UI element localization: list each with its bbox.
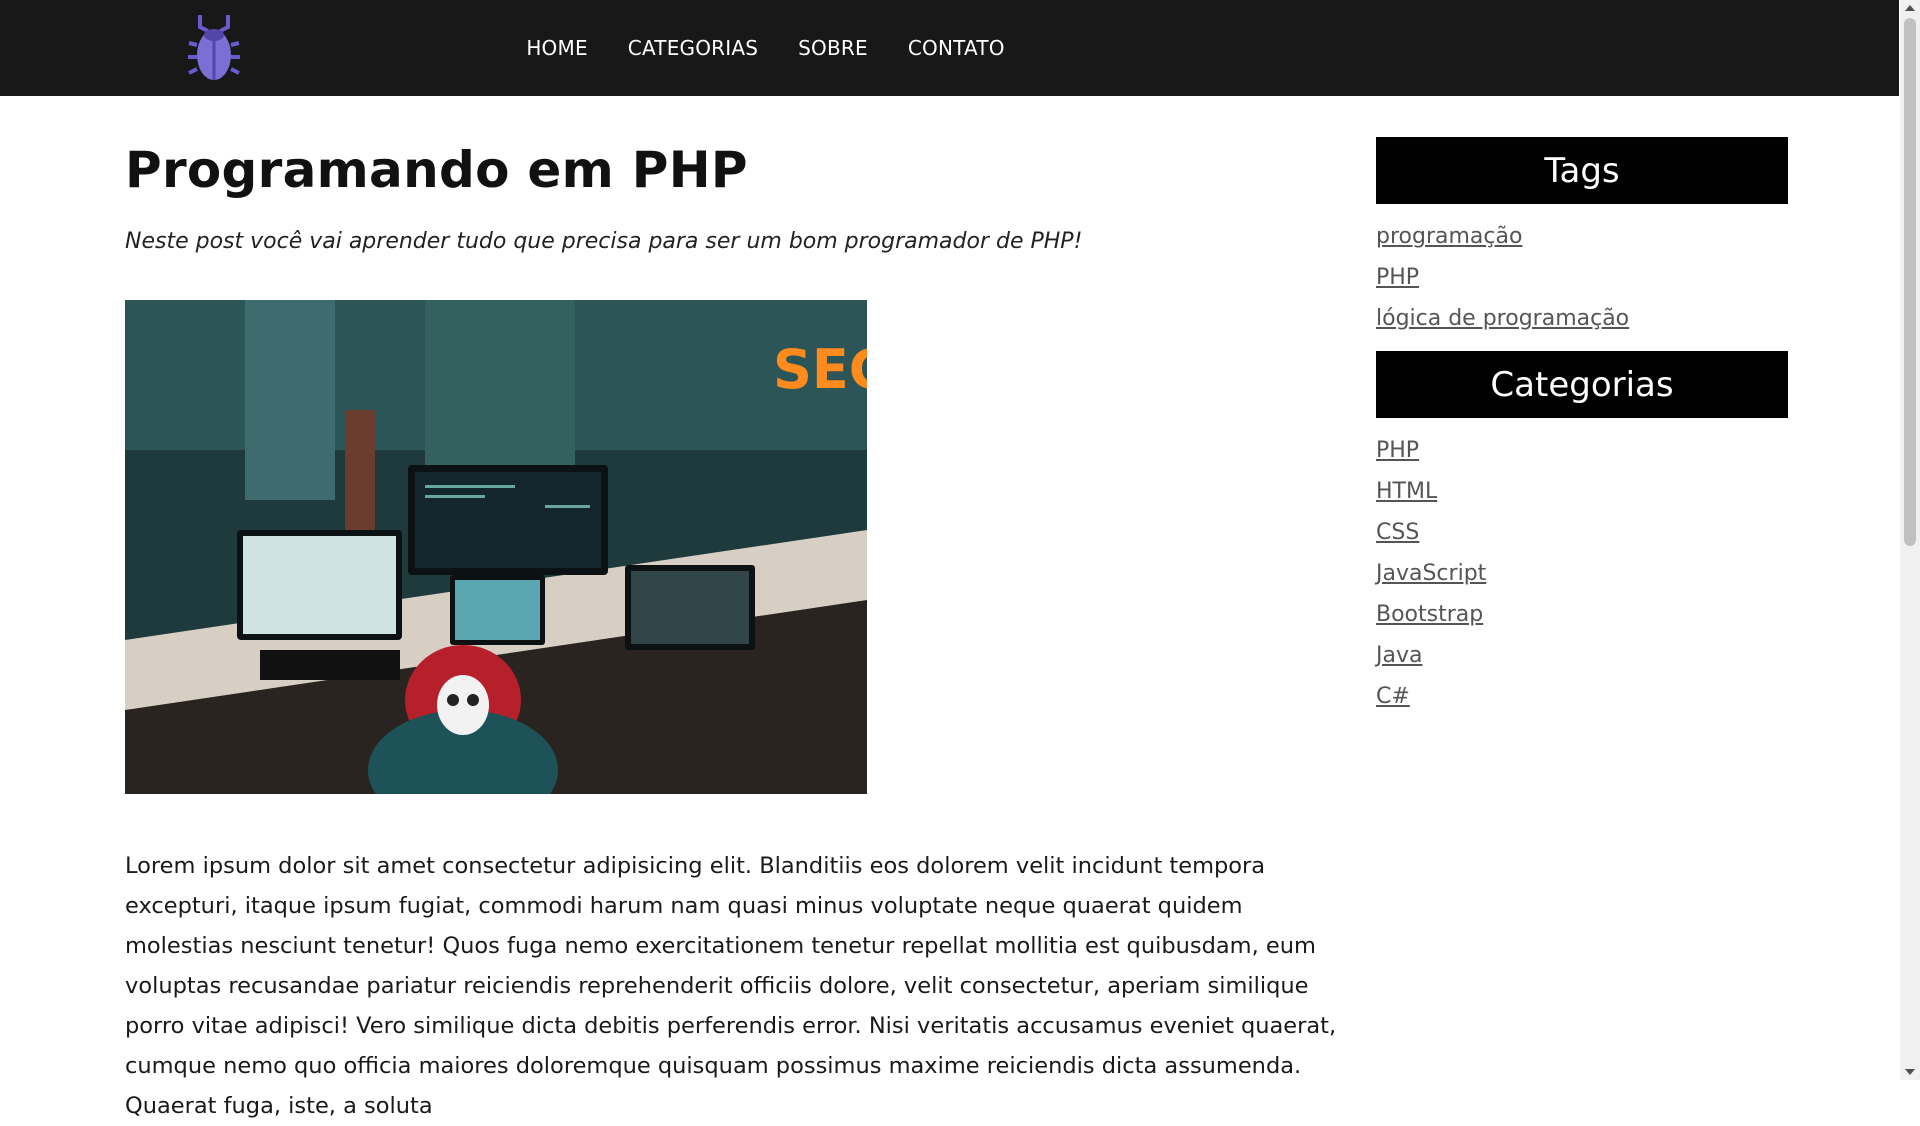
- category-item: JavaScript: [1376, 553, 1788, 594]
- post-subtitle: Neste post você vai aprender tudo que pr…: [125, 229, 1083, 254]
- category-item: CSS: [1376, 512, 1788, 553]
- tag-link-logica[interactable]: lógica de programação: [1376, 306, 1629, 331]
- tags-list: programação PHP lógica de programação: [1376, 216, 1788, 339]
- categories-list: PHP HTML CSS JavaScript Bootstrap Java C…: [1376, 430, 1788, 717]
- post-body: Lorem ipsum dolor sit amet consectetur a…: [125, 853, 1337, 1119]
- post-title: Programando em PHP: [125, 141, 748, 199]
- svg-text:SEC: SEC: [773, 338, 867, 401]
- post-content: Programando em PHP Neste post você vai a…: [125, 96, 1355, 1126]
- category-link-html[interactable]: HTML: [1376, 479, 1437, 504]
- category-item: HTML: [1376, 471, 1788, 512]
- tag-item: lógica de programação: [1376, 298, 1788, 339]
- category-link-javascript[interactable]: JavaScript: [1376, 561, 1486, 586]
- vertical-scrollbar[interactable]: [1900, 0, 1920, 1080]
- tag-link-programacao[interactable]: programação: [1376, 224, 1522, 249]
- tag-item: PHP: [1376, 257, 1788, 298]
- tags-header: Tags: [1376, 137, 1788, 204]
- category-item: Bootstrap: [1376, 594, 1788, 635]
- scroll-thumb[interactable]: [1904, 18, 1916, 546]
- nav-categorias-link[interactable]: CATEGORIAS: [628, 36, 758, 60]
- scroll-down-arrow-icon[interactable]: [1905, 1069, 1915, 1075]
- category-link-css[interactable]: CSS: [1376, 520, 1419, 545]
- nav-sobre-link[interactable]: SOBRE: [798, 36, 868, 60]
- category-item: PHP: [1376, 430, 1788, 471]
- nav-home-link[interactable]: HOME: [526, 36, 587, 60]
- post-image: SEC: [125, 300, 867, 794]
- category-link-csharp[interactable]: C#: [1376, 684, 1410, 709]
- tag-item: programação: [1376, 216, 1788, 257]
- category-link-php[interactable]: PHP: [1376, 438, 1419, 463]
- scroll-up-arrow-icon[interactable]: [1905, 5, 1915, 11]
- tag-link-php[interactable]: PHP: [1376, 265, 1419, 290]
- category-item: Java: [1376, 635, 1788, 676]
- category-link-bootstrap[interactable]: Bootstrap: [1376, 602, 1483, 627]
- sidebar: Tags programação PHP lógica de programaç…: [1376, 137, 1788, 729]
- top-navbar: HOME CATEGORIAS SOBRE CONTATO: [0, 0, 1899, 96]
- nav-contato-link[interactable]: CONTATO: [908, 36, 1005, 60]
- category-item: C#: [1376, 676, 1788, 717]
- categories-header: Categorias: [1376, 351, 1788, 418]
- main-nav: HOME CATEGORIAS SOBRE CONTATO: [0, 0, 1531, 96]
- category-link-java[interactable]: Java: [1376, 643, 1422, 668]
